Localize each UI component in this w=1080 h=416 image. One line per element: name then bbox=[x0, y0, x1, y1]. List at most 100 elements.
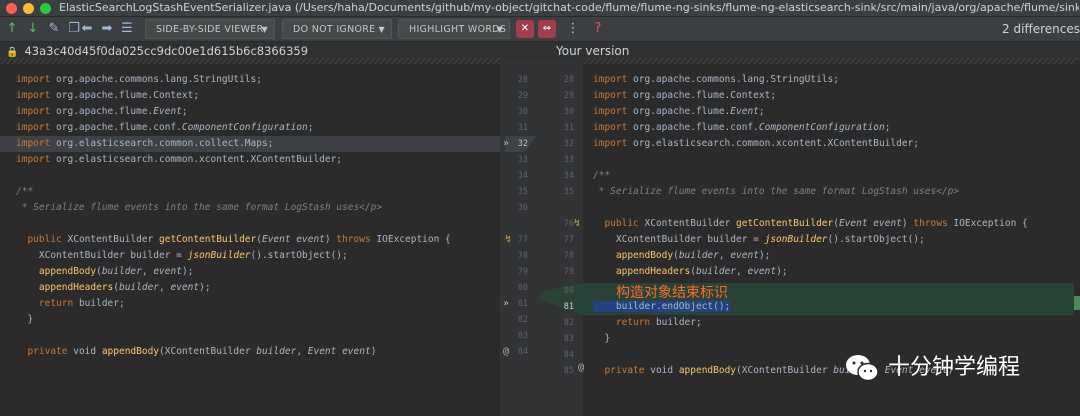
line-number: 82 bbox=[517, 315, 528, 325]
code-text: import org.elasticsearch.common.xcontent… bbox=[593, 138, 920, 149]
code-line: import org.apache.commons.lang.StringUti… bbox=[583, 72, 1080, 88]
line-number: 78 bbox=[563, 251, 574, 261]
line-number: 83 bbox=[563, 334, 574, 344]
code-text: public XContentBuilder getContentBuilder… bbox=[604, 218, 1028, 229]
line-number: 79 bbox=[563, 267, 574, 277]
code-line: appendHeaders(builder, event); bbox=[0, 280, 500, 296]
code-text: } bbox=[16, 314, 34, 325]
code-line: import org.apache.flume.Context; bbox=[0, 88, 500, 104]
wechat-icon bbox=[846, 355, 879, 382]
code-text: } bbox=[593, 333, 611, 344]
code-line: private void appendBody(XContentBuilder … bbox=[0, 344, 500, 360]
code-line: import org.apache.flume.Event; bbox=[0, 104, 500, 120]
code-line: * Serialize flume events into the same f… bbox=[583, 184, 1080, 200]
line-number: 32 bbox=[563, 139, 574, 149]
code-text: import org.apache.flume.conf.ComponentCo… bbox=[16, 122, 314, 133]
line-number: 84 bbox=[563, 350, 574, 360]
code-line: import org.elasticsearch.common.collect.… bbox=[0, 136, 500, 152]
line-number: 36 bbox=[517, 203, 528, 213]
left-editor-pane[interactable]: import org.apache.commons.lang.StringUti… bbox=[0, 60, 500, 416]
annotation-icon: @ bbox=[503, 346, 510, 357]
code-text: import org.apache.flume.Event; bbox=[16, 106, 188, 117]
override-icon: ↯ bbox=[505, 234, 512, 245]
code-line: /** bbox=[0, 184, 500, 200]
line-number: 80 bbox=[517, 283, 528, 293]
code-text: private void appendBody(XContentBuilder … bbox=[27, 346, 377, 357]
line-number: 80 bbox=[563, 286, 574, 296]
line-number: 30 bbox=[517, 107, 528, 117]
code-line: * Serialize flume events into the same f… bbox=[0, 200, 500, 216]
code-line: return builder; bbox=[583, 315, 1080, 331]
line-number: 34 bbox=[563, 171, 574, 181]
code-text: return builder; bbox=[38, 298, 125, 309]
code-line: public XContentBuilder getContentBuilder… bbox=[0, 232, 500, 248]
code-text: import org.elasticsearch.common.xcontent… bbox=[16, 154, 343, 165]
line-number: 31 bbox=[517, 123, 528, 133]
line-number: 34 bbox=[517, 171, 528, 181]
code-text: * Serialize flume events into the same f… bbox=[16, 202, 383, 213]
code-line: appendHeaders(builder, event); bbox=[583, 264, 1080, 280]
line-number: 83 bbox=[517, 331, 528, 341]
code-line: import org.elasticsearch.common.xcontent… bbox=[0, 152, 500, 168]
line-number: 78 bbox=[517, 251, 528, 261]
line-number: 29 bbox=[517, 91, 528, 101]
apply-change-icon[interactable]: » bbox=[503, 136, 509, 152]
code-line: XContentBuilder builder = jsonBuilder().… bbox=[583, 232, 1080, 248]
line-number: 82 bbox=[563, 318, 574, 328]
selected-code-text: builder.endObject(); bbox=[593, 301, 731, 312]
code-line: } bbox=[0, 312, 500, 328]
code-text: import org.apache.flume.conf.ComponentCo… bbox=[593, 122, 891, 133]
line-number: 35 bbox=[517, 187, 528, 197]
code-line: return builder; bbox=[0, 296, 500, 312]
code-text: import org.apache.flume.Context; bbox=[593, 90, 777, 101]
line-number: 85 bbox=[563, 366, 574, 376]
code-text: import org.apache.commons.lang.StringUti… bbox=[593, 74, 839, 85]
code-line: import org.apache.flume.Context; bbox=[583, 88, 1080, 104]
watermark-text: 十分钟学编程 bbox=[888, 355, 1021, 380]
code-line: appendBody(builder, event); bbox=[583, 248, 1080, 264]
code-line: XContentBuilder builder = jsonBuilder().… bbox=[0, 248, 500, 264]
scrollbar-change-marker bbox=[1074, 296, 1080, 310]
code-text: appendBody(builder, event); bbox=[38, 266, 194, 277]
line-number: 81 bbox=[517, 299, 528, 309]
line-number: 32 bbox=[517, 139, 528, 149]
code-text: public XContentBuilder getContentBuilder… bbox=[27, 234, 451, 245]
code-text: appendHeaders(builder, event); bbox=[38, 282, 211, 293]
code-text: /** bbox=[593, 170, 611, 181]
code-text: import org.apache.flume.Event; bbox=[593, 106, 765, 117]
code-text: XContentBuilder builder = jsonBuilder().… bbox=[593, 234, 925, 245]
line-number: 77 bbox=[563, 235, 574, 245]
code-text: * Serialize flume events into the same f… bbox=[593, 186, 960, 197]
code-line: import org.elasticsearch.common.xcontent… bbox=[583, 136, 1080, 152]
line-number: 81 bbox=[563, 302, 574, 312]
code-text: appendBody(builder, event); bbox=[615, 250, 771, 261]
code-line: } bbox=[583, 331, 1080, 347]
line-number: 33 bbox=[517, 155, 528, 165]
line-number: 79 bbox=[517, 267, 528, 277]
line-number: 29 bbox=[563, 91, 574, 101]
line-number: 76 bbox=[563, 219, 574, 229]
code-line: import org.apache.flume.Event; bbox=[583, 104, 1080, 120]
line-number: 84 bbox=[517, 347, 528, 357]
code-text: /** bbox=[16, 186, 34, 197]
code-text: return builder; bbox=[615, 317, 702, 328]
line-number: 30 bbox=[563, 107, 574, 117]
annotation-text: 构造对象结束标识 bbox=[616, 285, 728, 301]
code-line: public XContentBuilder getContentBuilder… bbox=[583, 216, 1080, 232]
code-text: import org.apache.flume.Context; bbox=[16, 90, 200, 101]
vertical-scrollbar[interactable] bbox=[1074, 60, 1080, 416]
line-number: 35 bbox=[563, 187, 574, 197]
code-line: /** bbox=[583, 168, 1080, 184]
code-text: XContentBuilder builder = jsonBuilder().… bbox=[16, 250, 348, 261]
code-text: import org.apache.commons.lang.StringUti… bbox=[16, 74, 262, 85]
override-icon: ↯ bbox=[574, 218, 581, 229]
line-number: 28 bbox=[517, 75, 528, 85]
apply-change-icon[interactable]: » bbox=[503, 296, 509, 312]
code-text: import org.elasticsearch.common.collect.… bbox=[16, 138, 274, 149]
code-line: import org.apache.flume.conf.ComponentCo… bbox=[0, 120, 500, 136]
code-text: appendHeaders(builder, event); bbox=[615, 266, 788, 277]
code-line: import org.apache.commons.lang.StringUti… bbox=[0, 72, 500, 88]
line-number: 28 bbox=[563, 75, 574, 85]
line-number: 33 bbox=[563, 155, 574, 165]
code-line: import org.apache.flume.conf.ComponentCo… bbox=[583, 120, 1080, 136]
